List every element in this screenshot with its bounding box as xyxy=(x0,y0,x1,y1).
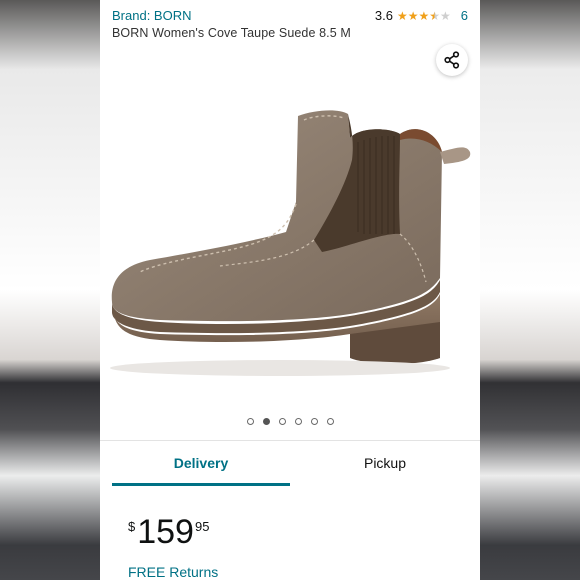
rating-stars: ★ ★ ★ ★ ★ xyxy=(397,10,451,22)
tab-delivery[interactable]: Delivery xyxy=(112,441,290,485)
product-title: BORN Women's Cove Taupe Suede 8.5 M xyxy=(112,26,351,40)
product-image-gallery[interactable] xyxy=(100,42,480,412)
share-button[interactable] xyxy=(436,44,468,76)
empty-star-icon: ★ xyxy=(440,8,451,23)
rating-value: 3.6 xyxy=(374,8,393,23)
star-icon: ★ xyxy=(396,8,408,23)
rating-count[interactable]: 6 xyxy=(461,8,468,23)
product-image-boot xyxy=(110,110,471,376)
fulfillment-tabs: Delivery Pickup xyxy=(100,441,480,487)
share-icon xyxy=(444,51,460,69)
product-panel: Brand: BORN 3.6 ★ ★ ★ ★ ★ 6 BORN Women's… xyxy=(100,0,480,580)
background-right xyxy=(480,0,580,580)
pagination-dot[interactable] xyxy=(294,418,302,425)
brand-link[interactable]: Brand: BORN xyxy=(112,8,191,23)
price: $ 159 95 xyxy=(128,515,209,549)
background-left xyxy=(0,0,100,580)
pagination-dot[interactable] xyxy=(326,418,334,425)
pagination-dot-active[interactable] xyxy=(262,418,270,425)
price-currency: $ xyxy=(128,519,136,534)
pagination-dot[interactable] xyxy=(278,418,286,425)
price-fraction: 95 xyxy=(194,519,210,534)
price-whole: 159 xyxy=(137,513,194,551)
image-pagination xyxy=(100,418,480,425)
pagination-dot[interactable] xyxy=(310,418,318,425)
star-icon: ★ xyxy=(407,8,419,23)
rating[interactable]: 3.6 ★ ★ ★ ★ ★ 6 xyxy=(375,8,468,23)
star-icon: ★ xyxy=(418,8,430,23)
tab-pickup[interactable]: Pickup xyxy=(290,441,480,485)
half-star-icon: ★ xyxy=(429,8,440,23)
pagination-dot[interactable] xyxy=(246,418,254,425)
active-tab-indicator xyxy=(112,483,290,486)
free-returns-link[interactable]: FREE Returns xyxy=(128,564,218,580)
